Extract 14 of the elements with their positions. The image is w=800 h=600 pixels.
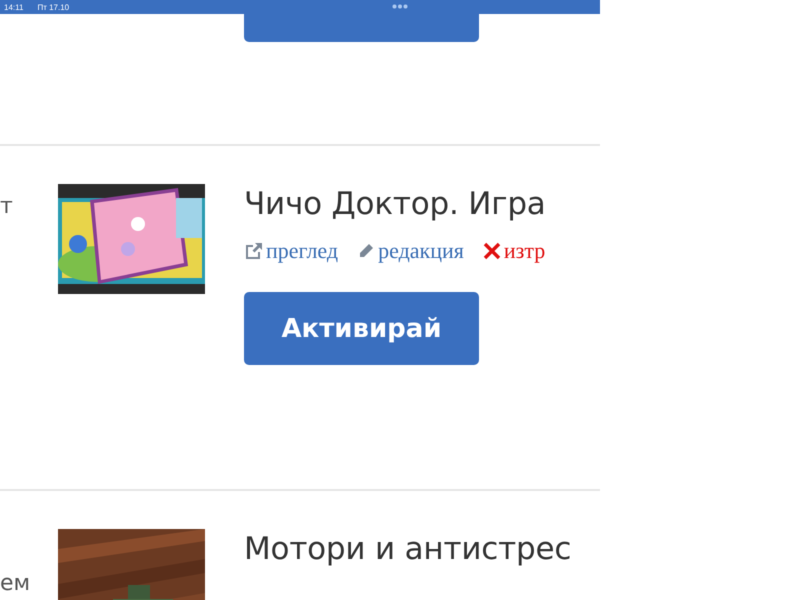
more-icon	[392, 4, 408, 9]
external-link-icon	[244, 241, 264, 261]
edit-link[interactable]: редакция	[356, 238, 464, 264]
cut-text: ем	[0, 571, 30, 596]
cut-text: т	[0, 194, 13, 219]
activate-button[interactable]	[244, 14, 479, 42]
listing-title: Чичо Доктор. Игра	[244, 186, 546, 222]
view-link[interactable]: преглед	[244, 238, 338, 264]
status-time: 14:11	[4, 2, 24, 12]
status-date: Пт 17.10	[37, 2, 70, 12]
activate-button[interactable]: Активирай	[244, 292, 479, 365]
delete-link[interactable]: изтр	[482, 238, 546, 264]
close-icon	[482, 241, 502, 261]
listing-title: Мотори и антистрес	[244, 531, 572, 567]
